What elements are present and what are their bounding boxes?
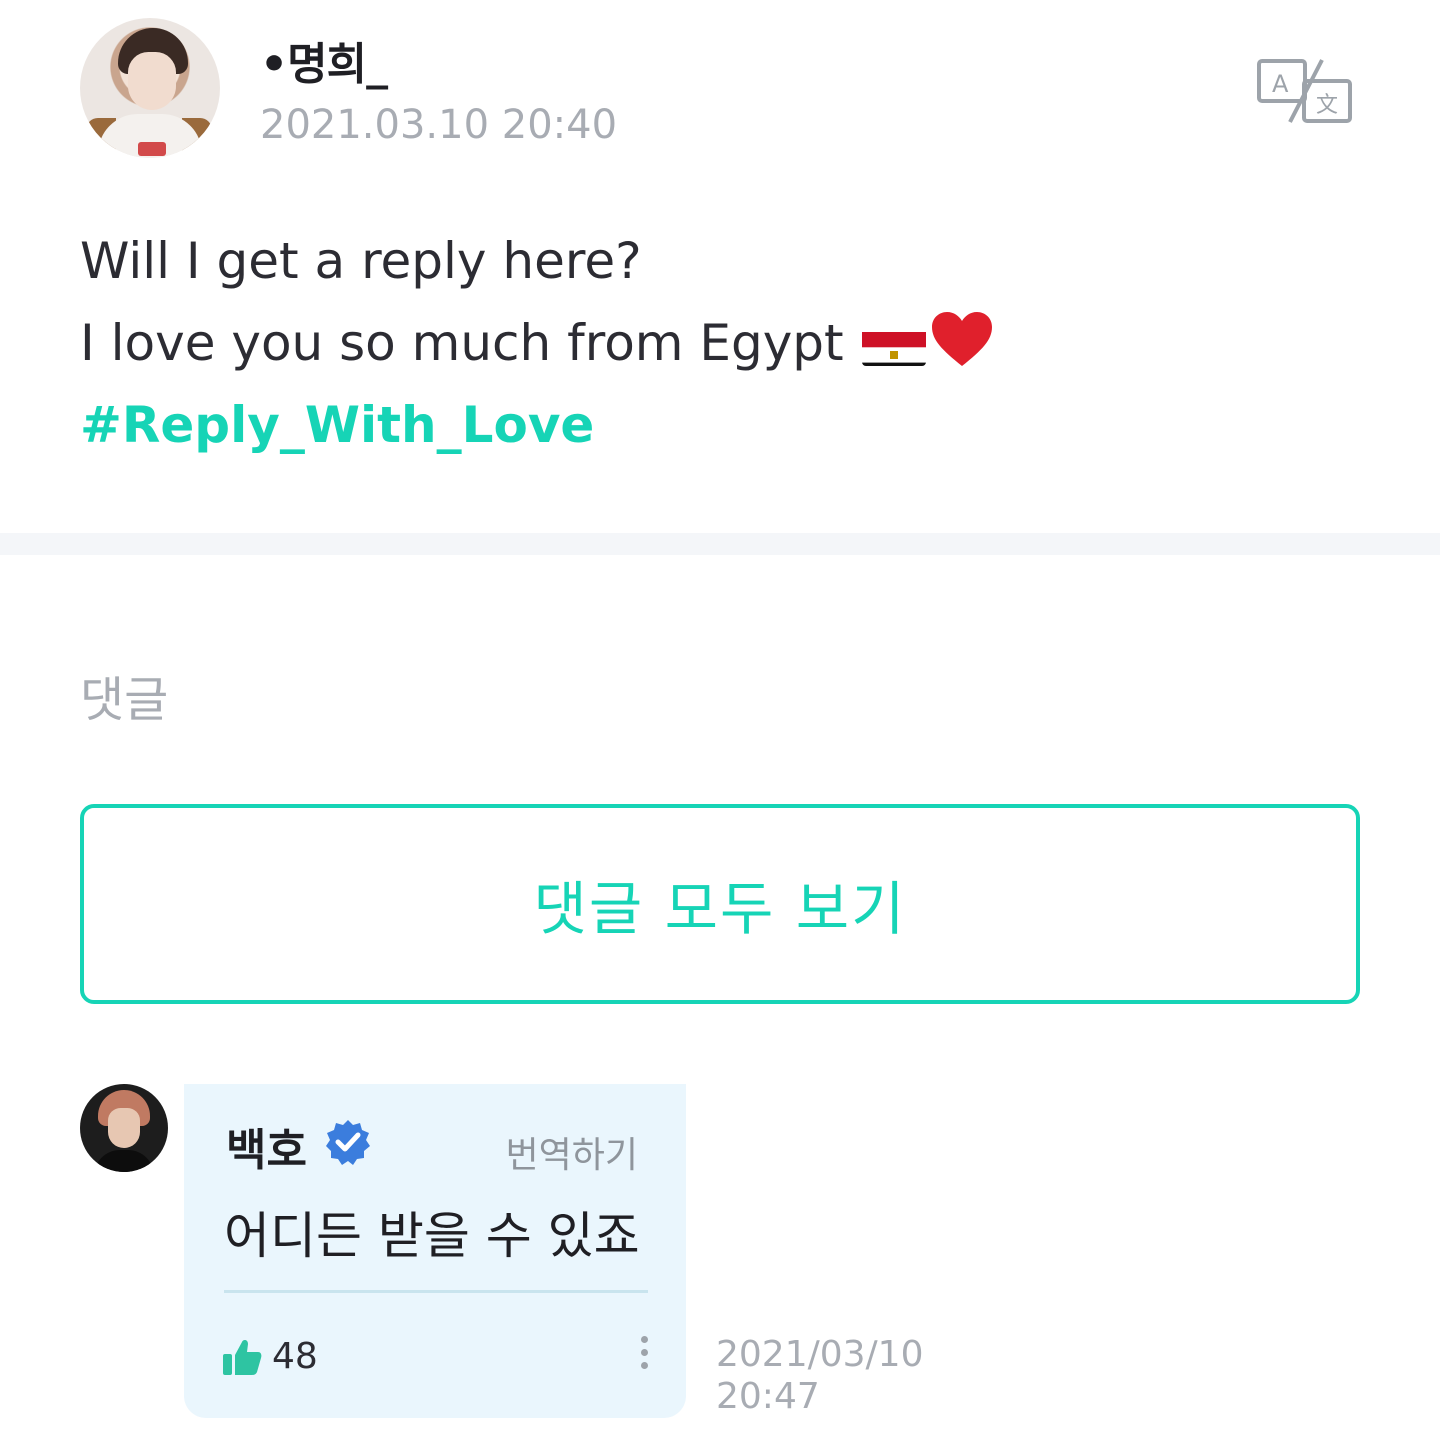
reply-card: 백호 번역하기 어디든 받을 수 있죠 48	[184, 1084, 686, 1418]
egypt-flag-icon	[861, 320, 926, 366]
reply-author-name[interactable]: 백호	[226, 1114, 307, 1178]
post-line-2: I love you so much from Egypt	[80, 302, 1360, 384]
avatar-shirt-print	[138, 142, 166, 156]
reply-text: 어디든 받을 수 있죠	[224, 1207, 640, 1265]
post-body: Will I get a reply here? I love you so m…	[80, 220, 1360, 466]
reply-translate-link[interactable]: 번역하기	[506, 1126, 638, 1178]
post-line-1: Will I get a reply here?	[80, 232, 642, 290]
view-all-comments-button[interactable]: 댓글 모두 보기	[80, 804, 1360, 1004]
post-hashtag[interactable]: #Reply_With_Love	[80, 384, 1360, 466]
post-line-2-text: I love you so much from Egypt	[80, 314, 844, 372]
post-date: 2021.03.10 20:40	[260, 102, 618, 148]
reply-avatar-face	[108, 1108, 140, 1148]
reply-date-time: 20:47	[716, 1376, 820, 1417]
translate-icon: A 文	[1257, 59, 1352, 123]
more-vertical-icon	[634, 1336, 654, 1369]
heart-icon	[930, 310, 994, 370]
svg-text:文: 文	[1316, 93, 1338, 118]
reply-date-day: 2021/03/10	[716, 1334, 924, 1375]
thumbs-up-icon[interactable]	[222, 1338, 262, 1376]
svg-text:A: A	[1272, 70, 1289, 98]
reply-avatar-body	[94, 1150, 154, 1172]
post-page: •명희_ 2021.03.10 20:40 A 文 Will I get a r…	[0, 0, 1440, 1441]
more-options-button[interactable]	[634, 1336, 654, 1376]
translate-button[interactable]: A 文	[1256, 56, 1354, 126]
verified-badge-icon	[326, 1120, 370, 1165]
like-count: 48	[272, 1336, 318, 1377]
author-avatar[interactable]	[80, 18, 220, 158]
reply-separator	[224, 1290, 648, 1293]
comments-heading: 댓글	[80, 672, 169, 728]
section-divider	[0, 533, 1440, 555]
post-author-name[interactable]: •명희_	[260, 28, 388, 92]
reply-date: 2021/03/10 20:47	[716, 1334, 924, 1418]
avatar-face	[128, 52, 176, 110]
reply-author-avatar[interactable]	[80, 1084, 168, 1172]
